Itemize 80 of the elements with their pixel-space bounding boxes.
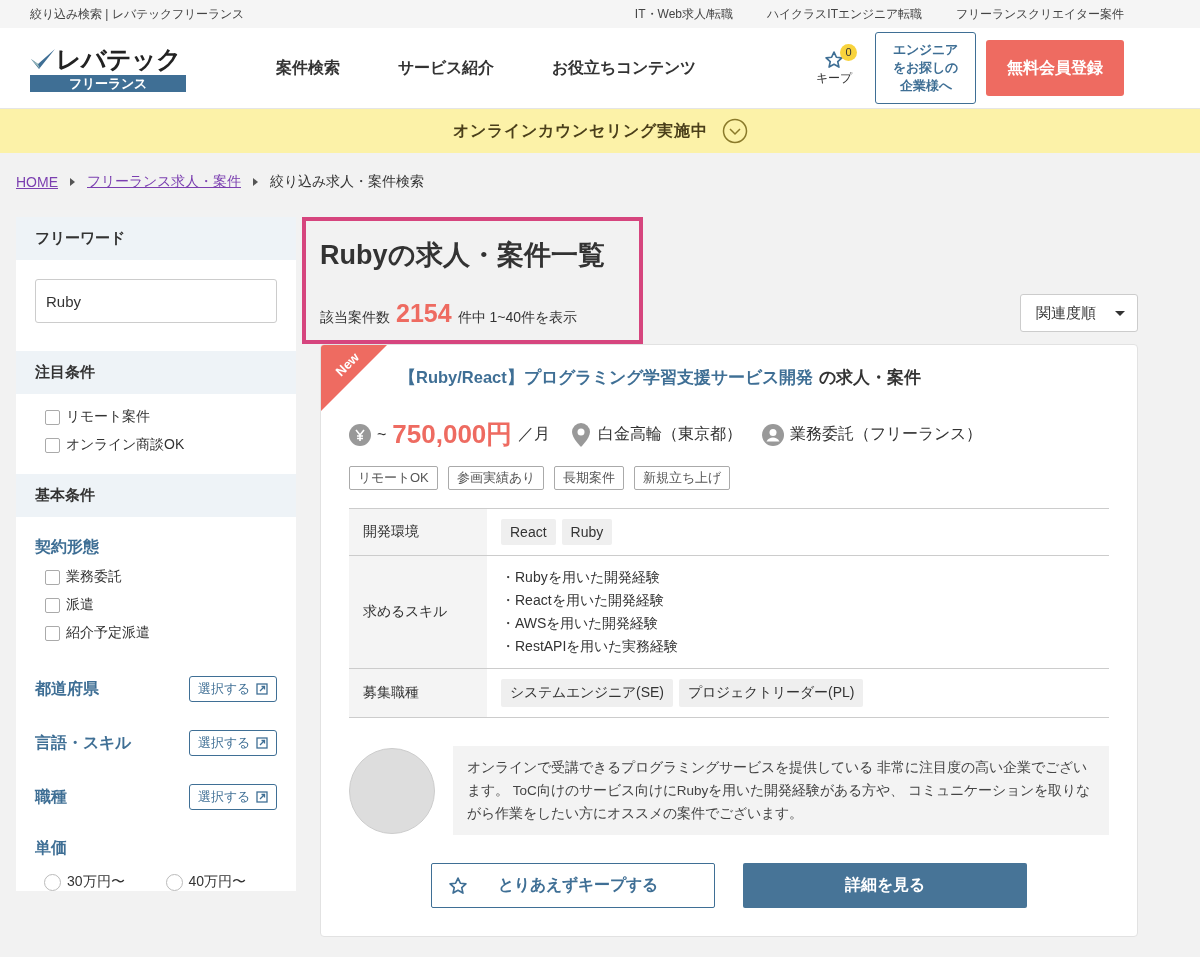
detail-label: 募集職種 xyxy=(349,668,487,718)
skill-requirement: ・RestAPIを用いた実務経験 xyxy=(501,637,680,656)
checkbox[interactable] xyxy=(45,625,60,641)
job-location: 白金高輪（東京都） xyxy=(598,424,743,444)
checkbox[interactable] xyxy=(45,569,60,585)
checkbox[interactable] xyxy=(45,597,60,613)
recruiter-comment: オンラインで受講できるプログラミングサービスを提供している 非常に注目度の高い企業でございます。 ToC向けのサービス向けにRubyを用いた開発経験がある方や、 コミュニケーションを取りながら作業をしたい方にオススメの案件でございます。 xyxy=(453,746,1109,835)
skill-requirement: ・AWSを用いた開発経験 xyxy=(501,614,660,633)
results-title: Rubyの求人・案件一覧 xyxy=(320,239,606,272)
chevron-down-icon[interactable] xyxy=(721,118,748,144)
section-heading: 基本条件 xyxy=(16,474,296,517)
filter-heading: 都道府県 xyxy=(35,678,99,699)
radio-label[interactable]: 40万円〜 xyxy=(188,873,247,891)
keep-count-badge: 0 xyxy=(840,43,857,61)
count-label: 該当案件数 xyxy=(320,309,390,327)
page-title: 絞り込み検索 | レバテックフリーランス xyxy=(30,5,244,23)
job-tag: 新規立ち上げ xyxy=(633,466,730,490)
skill-chip: プロジェクトリーダー(PL) xyxy=(679,679,864,707)
job-tag: 参画実績あり xyxy=(447,466,544,490)
job-title-suffix: の求人・案件 xyxy=(818,367,921,388)
skill-requirement: ・Rubyを用いた開発経験 xyxy=(501,568,661,587)
filter-heading: 単価 xyxy=(34,838,68,858)
result-count: 2154 xyxy=(396,299,452,328)
detail-label: 求めるスキル xyxy=(349,555,487,669)
top-link[interactable]: フリーランスクリエイター案件 xyxy=(956,5,1124,23)
yen-icon xyxy=(349,423,371,446)
checkbox[interactable] xyxy=(45,437,60,453)
star-icon xyxy=(824,49,844,70)
job-tag: リモートOK xyxy=(349,466,438,490)
breadcrumb-link[interactable]: HOME xyxy=(16,174,58,190)
checkbox-label[interactable]: オンライン商談OK xyxy=(66,436,185,454)
price-prefix: ~ xyxy=(377,425,387,444)
section-heading: フリーワード xyxy=(16,217,296,260)
breadcrumb-link[interactable]: フリーランス求人・案件 xyxy=(87,173,241,191)
nav-link[interactable]: サービス紹介 xyxy=(398,57,494,79)
radio-label[interactable]: 30万円〜 xyxy=(67,873,125,891)
checkbox-label[interactable]: リモート案件 xyxy=(66,408,150,426)
check-mark-icon xyxy=(30,46,56,71)
checkbox-label[interactable]: 業務委託 xyxy=(66,568,122,586)
job-tag: 長期案件 xyxy=(553,466,624,490)
filter-heading: 契約形態 xyxy=(34,537,100,557)
location-pin-icon xyxy=(570,422,593,447)
banner-text[interactable]: オンラインカウンセリング実施中 xyxy=(452,120,708,142)
freeword-field[interactable]: Ruby xyxy=(35,279,277,323)
select-button[interactable]: 選択する xyxy=(189,730,277,756)
external-link-icon xyxy=(256,737,268,749)
nav-link[interactable]: お役立ちコンテンツ xyxy=(552,57,696,79)
keep-label[interactable]: キープ xyxy=(816,69,852,87)
skill-requirement: ・Reactを用いた開発経験 xyxy=(501,591,665,610)
keep-button[interactable]: とりあえずキープする xyxy=(431,863,715,908)
top-link[interactable]: ハイクラスITエンジニア転職 xyxy=(767,5,922,23)
count-range: 件中 1~40件を表示 xyxy=(457,309,578,327)
external-link-icon xyxy=(256,791,268,803)
checkbox[interactable] xyxy=(45,409,60,425)
section-heading: 注目条件 xyxy=(16,351,296,394)
sort-dropdown[interactable]: 関連度順 xyxy=(1020,294,1138,332)
price: 750,000円 xyxy=(392,418,513,451)
skill-chip: システムエンジニア(SE) xyxy=(501,679,673,707)
job-title-link[interactable]: 【Ruby/React】プログラミング学習支援サービス開発 xyxy=(399,367,813,389)
top-link[interactable]: IT・Web求人/転職 xyxy=(634,5,734,23)
detail-label: 開発環境 xyxy=(349,508,487,556)
checkbox-label[interactable]: 紹介予定派遣 xyxy=(66,624,150,642)
filter-heading: 言語・スキル xyxy=(35,732,131,753)
contract-type: 業務委託（フリーランス） xyxy=(790,424,983,444)
company-button[interactable]: エンジニアをお探しの企業様へ xyxy=(875,32,976,104)
checkbox-label[interactable]: 派遣 xyxy=(66,596,94,614)
filter-heading: 職種 xyxy=(35,786,67,807)
skill-chip: Ruby xyxy=(561,519,613,545)
select-button[interactable]: 選択する xyxy=(189,676,277,702)
price-unit: ／月 xyxy=(518,424,551,444)
select-button[interactable]: 選択する xyxy=(189,784,277,810)
person-icon xyxy=(762,423,785,446)
external-link-icon xyxy=(256,683,268,695)
logo-subtitle: フリーランス xyxy=(30,74,186,92)
nav-link[interactable]: 案件検索 xyxy=(276,57,340,79)
skill-chip: React xyxy=(501,519,556,545)
details-button[interactable]: 詳細を見る xyxy=(743,863,1027,908)
logo-text: レバテック xyxy=(56,44,181,73)
breadcrumb-current: 絞り込み求人・案件検索 xyxy=(270,173,424,191)
star-icon xyxy=(448,875,468,896)
